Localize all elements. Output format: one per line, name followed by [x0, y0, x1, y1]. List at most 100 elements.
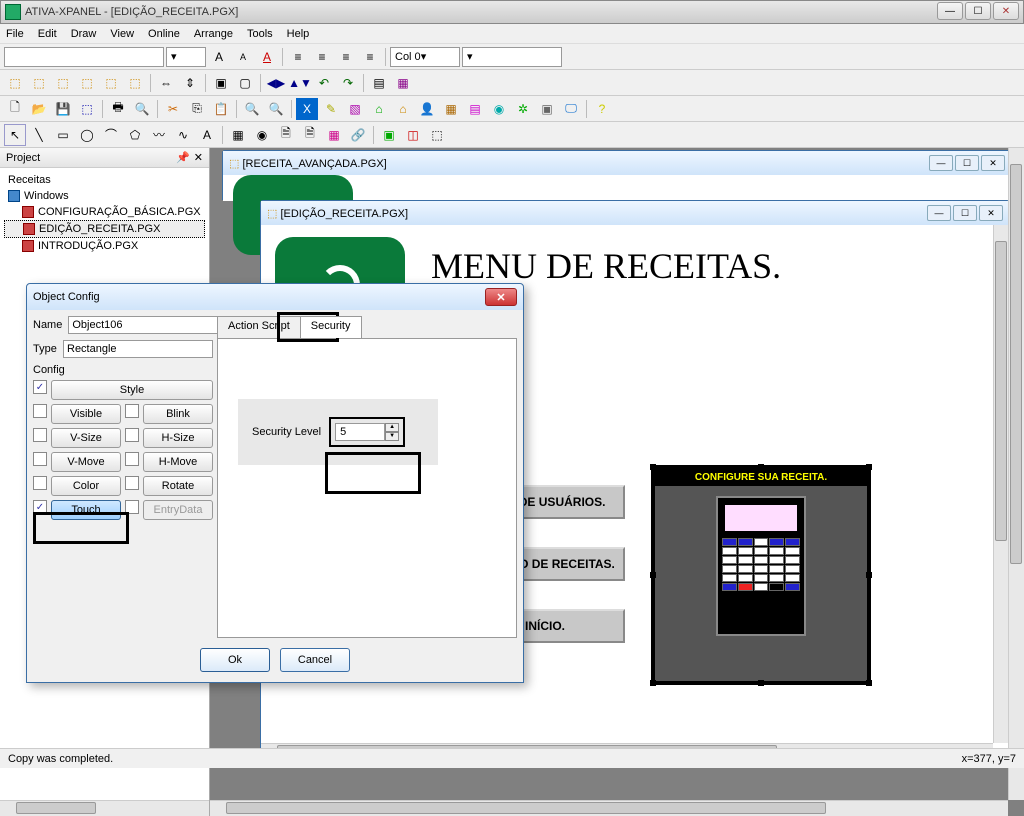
print-icon[interactable]: 🖶 — [107, 98, 129, 120]
dialog-close-button[interactable]: ✕ — [485, 288, 517, 306]
vsize-checkbox[interactable] — [33, 428, 47, 442]
arc-icon[interactable]: ⌒ — [100, 124, 122, 146]
cut-icon[interactable]: ✂ — [162, 98, 184, 120]
scrollbar-horizontal[interactable] — [210, 800, 1008, 816]
visible-checkbox[interactable] — [33, 404, 47, 418]
object-icon[interactable]: ◉ — [251, 124, 273, 146]
align-tool-icon[interactable]: ⬚ — [100, 72, 122, 94]
tab-action-script[interactable]: Action Script — [217, 316, 301, 338]
align-right-icon[interactable]: ≡ — [335, 46, 357, 68]
distribute-v-icon[interactable]: ⇕ — [179, 72, 201, 94]
path-icon[interactable]: 〰 — [148, 124, 170, 146]
recipe-config-object[interactable]: CONFIGURE SUA RECEITA. — [651, 465, 871, 685]
rotate-button[interactable]: Rotate — [143, 476, 213, 496]
help-icon[interactable]: ? — [591, 98, 613, 120]
mdi-maximize-icon[interactable]: ☐ — [953, 205, 977, 221]
mdi-maximize-icon[interactable]: ☐ — [955, 155, 979, 171]
combo-2[interactable]: ▾ — [462, 47, 562, 67]
mdi-minimize-icon[interactable]: — — [927, 205, 951, 221]
hmove-button[interactable]: H-Move — [143, 452, 213, 472]
align-tool-icon[interactable]: ⬚ — [76, 72, 98, 94]
menu-edit[interactable]: Edit — [38, 28, 57, 40]
color-checkbox[interactable] — [33, 476, 47, 490]
link-icon[interactable]: 🔗 — [347, 124, 369, 146]
spin-up-button[interactable]: ▲ — [385, 423, 399, 432]
font-color-icon[interactable]: A — [256, 46, 278, 68]
group-icon[interactable]: ▣ — [210, 72, 232, 94]
close-button[interactable]: ✕ — [993, 2, 1019, 20]
column-select[interactable]: Col 0 ▾ — [390, 47, 460, 67]
ellipse-icon[interactable]: ◯ — [76, 124, 98, 146]
new-icon[interactable]: 🗋 — [4, 98, 26, 120]
tool-icon[interactable]: X — [296, 98, 318, 120]
resize-handle[interactable] — [758, 680, 764, 686]
resize-handle[interactable] — [866, 680, 872, 686]
resize-handle[interactable] — [650, 464, 656, 470]
object-icon[interactable]: ▦ — [227, 124, 249, 146]
find-icon[interactable]: 🔍 — [241, 98, 263, 120]
entrydata-button[interactable]: EntryData — [143, 500, 213, 520]
security-level-input[interactable] — [335, 423, 385, 441]
menu-draw[interactable]: Draw — [71, 28, 97, 40]
font-family-select[interactable] — [4, 47, 164, 67]
tool-icon[interactable]: ✲ — [512, 98, 534, 120]
tool-icon[interactable]: ◉ — [488, 98, 510, 120]
save-all-icon[interactable]: ⬚ — [76, 98, 98, 120]
tab-security[interactable]: Security — [300, 316, 362, 338]
tree-item[interactable]: CONFIGURAÇÃO_BÁSICA.PGX — [4, 204, 205, 220]
document-icon[interactable]: 🗎 — [299, 124, 321, 146]
align-tool-icon[interactable]: ⬚ — [124, 72, 146, 94]
vmove-button[interactable]: V-Move — [51, 452, 121, 472]
hsize-checkbox[interactable] — [125, 428, 139, 442]
image-icon[interactable]: ▣ — [378, 124, 400, 146]
tool-icon[interactable]: ⌂ — [368, 98, 390, 120]
order-icon[interactable]: ▤ — [368, 72, 390, 94]
print-preview-icon[interactable]: 🔍 — [131, 98, 153, 120]
rect-icon[interactable]: ▭ — [52, 124, 74, 146]
visible-button[interactable]: Visible — [51, 404, 121, 424]
align-tool-icon[interactable]: ⬚ — [4, 72, 26, 94]
line-icon[interactable]: ╲ — [28, 124, 50, 146]
maximize-button[interactable]: ☐ — [965, 2, 991, 20]
rotate-right-icon[interactable]: ↷ — [337, 72, 359, 94]
resize-handle[interactable] — [866, 464, 872, 470]
style-button[interactable]: Style — [51, 380, 213, 400]
open-icon[interactable]: 📂 — [28, 98, 50, 120]
table-icon[interactable]: ▦ — [323, 124, 345, 146]
mdi-titlebar[interactable]: ⬚ [EDIÇÃO_RECEITA.PGX] — ☐ ✕ — [261, 201, 1009, 225]
copy-icon[interactable]: ⎘ — [186, 98, 208, 120]
flip-v-icon[interactable]: ▲▼ — [289, 72, 311, 94]
text-icon[interactable]: A — [196, 124, 218, 146]
touch-checkbox[interactable]: ✓ — [33, 500, 47, 514]
color-button[interactable]: Color — [51, 476, 121, 496]
scrollbar-vertical[interactable] — [1008, 148, 1024, 800]
hsize-button[interactable]: H-Size — [143, 428, 213, 448]
paste-icon[interactable]: 📋 — [210, 98, 232, 120]
distribute-h-icon[interactable]: ⇔ — [155, 72, 177, 94]
increase-font-icon[interactable]: A — [208, 46, 230, 68]
resize-handle[interactable] — [650, 680, 656, 686]
pin-icon[interactable]: 📌 — [176, 151, 190, 164]
font-size-select[interactable]: ▾ — [166, 47, 206, 67]
tree-windows[interactable]: Windows — [4, 188, 205, 204]
tree-root[interactable]: Receitas — [4, 172, 205, 188]
rotate-left-icon[interactable]: ↶ — [313, 72, 335, 94]
vsize-button[interactable]: V-Size — [51, 428, 121, 448]
align-tool-icon[interactable]: ⬚ — [52, 72, 74, 94]
align-tool-icon[interactable]: ⬚ — [28, 72, 50, 94]
type-input[interactable] — [63, 340, 213, 358]
align-justify-icon[interactable]: ≡ — [359, 46, 381, 68]
dialog-titlebar[interactable]: Object Config ✕ — [27, 284, 523, 310]
menu-file[interactable]: File — [6, 28, 24, 40]
blink-checkbox[interactable] — [125, 404, 139, 418]
tree-item[interactable]: EDIÇÃO_RECEITA.PGX — [4, 220, 205, 238]
menu-arrange[interactable]: Arrange — [194, 28, 233, 40]
menu-tools[interactable]: Tools — [247, 28, 273, 40]
ungroup-icon[interactable]: ▢ — [234, 72, 256, 94]
name-input[interactable] — [68, 316, 218, 334]
resize-handle[interactable] — [866, 572, 872, 578]
component-icon[interactable]: ⬚ — [426, 124, 448, 146]
flip-h-icon[interactable]: ◀▶ — [265, 72, 287, 94]
ok-button[interactable]: Ok — [200, 648, 270, 672]
align-left-icon[interactable]: ≡ — [287, 46, 309, 68]
